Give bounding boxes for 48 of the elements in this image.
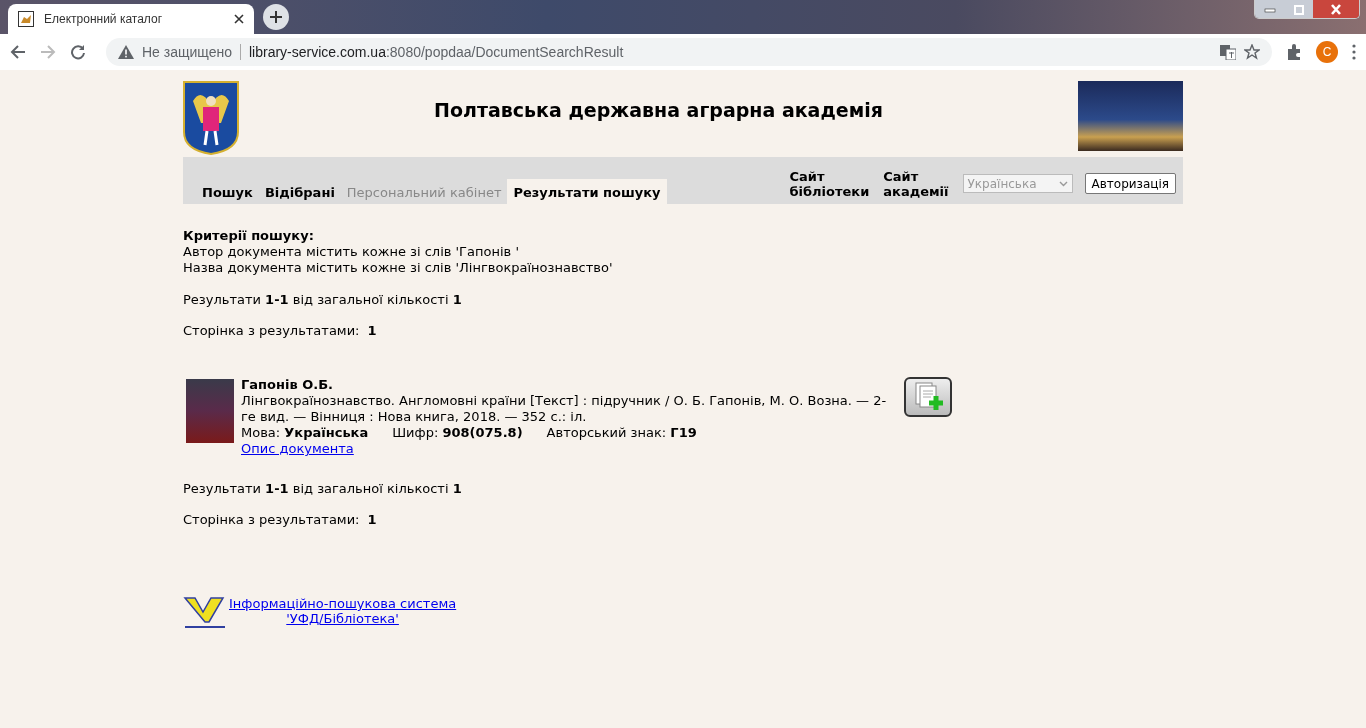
record-field: Шифр: 908(075.8) — [392, 425, 523, 441]
new-tab-button[interactable] — [263, 4, 289, 30]
criteria-line: Автор документа містить кожне зі слів 'Гапонів ' — [183, 244, 520, 260]
url-text: library-service.com.ua:8080/popdaa/DocumentSearchResult — [249, 44, 624, 60]
add-to-selected-button[interactable] — [904, 377, 952, 417]
security-label: Не защищено — [142, 44, 232, 60]
document-plus-icon — [912, 382, 944, 412]
back-arrow-icon[interactable] — [10, 44, 26, 60]
ufd-logo-icon — [183, 596, 227, 630]
document-link[interactable]: Опис документа — [241, 441, 354, 456]
pages-label: Сторінка з результатами: — [183, 323, 360, 338]
nav-tab[interactable]: Результати пошуку — [507, 179, 667, 204]
results-count: Результати 1-1 від загальної кількості 1 — [183, 481, 463, 496]
record-author: Гапонів О.Б. — [241, 377, 334, 393]
record-description: Лінгвокраїнознавство. Англомовні країни [Текст] : підручник / О. Б. Гапонів, М. О. Возна. — 2-ге вид. — Вінниця : Нова книга, 2018. — 352 с.: іл. — [241, 393, 888, 425]
site-link[interactable]: Сайт академії — [883, 168, 949, 199]
translate-icon[interactable] — [1220, 44, 1236, 60]
record-field: Авторський знак: Г19 — [546, 425, 697, 441]
tab-title: Електронний каталог — [44, 12, 164, 26]
browser-tab[interactable]: Електронний каталог — [8, 4, 254, 34]
close-window-button[interactable] — [1313, 0, 1359, 18]
menu-icon[interactable] — [1352, 44, 1356, 60]
favicon-icon — [18, 11, 34, 27]
plus-icon — [270, 11, 282, 23]
reload-icon[interactable] — [70, 44, 86, 60]
close-icon[interactable] — [234, 14, 244, 24]
results-count: Результати 1-1 від загальної кількості 1 — [183, 292, 463, 307]
login-button[interactable]: Авторизація — [1084, 173, 1176, 194]
pages-label: Сторінка з результатами: — [183, 512, 360, 527]
academy-title: Полтавська державна аграрна академія — [434, 99, 883, 121]
book-cover-placeholder — [186, 379, 234, 443]
nav-tab[interactable]: Відібрані — [258, 179, 341, 204]
criteria-heading: Критерії пошуку: — [183, 228, 315, 244]
site-link[interactable]: Сайт бібліотеки — [789, 168, 870, 199]
warning-icon — [118, 45, 134, 59]
close-window-icon — [1329, 2, 1343, 16]
system-link[interactable]: Інформаційно-пошукова система 'УФД/Бібліотека' — [229, 596, 457, 626]
nav-tab[interactable]: Пошук — [196, 179, 259, 204]
puzzle-icon[interactable] — [1286, 44, 1302, 60]
coat-of-arms-icon — [183, 81, 239, 155]
chevron-down-icon — [1058, 180, 1068, 187]
criteria-line: Назва документа містить кожне зі слів 'Лінгвокраїнознавство' — [183, 260, 614, 276]
page-number[interactable]: 1 — [367, 512, 377, 527]
page-number[interactable]: 1 — [367, 323, 377, 338]
address-bar[interactable]: Не защищено library-service.com.ua:8080/popdaa/DocumentSearchResult — [106, 38, 1272, 66]
restore-icon — [1291, 2, 1306, 16]
star-icon[interactable] — [1244, 44, 1260, 60]
record-field: Мова: Українська — [241, 425, 369, 441]
